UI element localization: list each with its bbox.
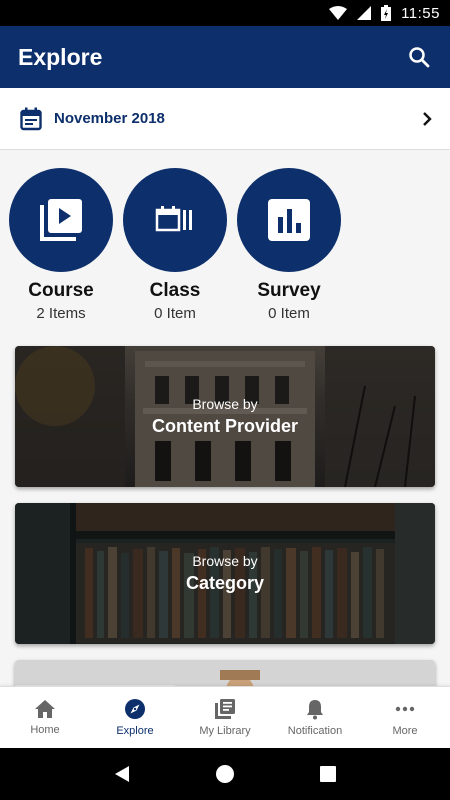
nav-my-library[interactable]: My Library [180, 687, 270, 748]
home-circle-icon [215, 765, 234, 783]
more-horizontal-icon [395, 706, 415, 712]
card-subtitle: Browse by [192, 396, 258, 412]
browse-content-provider-card[interactable]: Browse by Content Provider [15, 346, 435, 487]
class-icon [155, 206, 192, 232]
nav-explore[interactable]: Explore [90, 687, 180, 748]
category-title: Course [28, 280, 94, 301]
battery-charging-icon [381, 5, 392, 21]
status-time: 11:55 [401, 4, 440, 22]
library-icon [215, 699, 235, 719]
chevron-right-icon[interactable] [420, 111, 434, 127]
category-class-badge[interactable] [123, 168, 227, 272]
app-bar: Explore [0, 26, 450, 88]
nav-more[interactable]: More [360, 687, 450, 748]
search-button[interactable] [404, 42, 434, 72]
bottom-navigation: Home Explore My Library Notification Mor… [0, 686, 450, 748]
nav-notification[interactable]: Notification [270, 687, 360, 748]
category-count: 0 Item [154, 305, 196, 322]
compass-icon [125, 699, 145, 719]
page-title: Explore [18, 43, 103, 70]
category-count: 0 Item [268, 305, 310, 322]
home-icon [35, 700, 55, 718]
category-course-badge[interactable] [9, 168, 113, 272]
bell-icon [307, 700, 323, 720]
back-triangle-icon [114, 766, 129, 782]
nav-label: More [392, 725, 418, 737]
recents-button[interactable] [308, 754, 348, 794]
home-system-button[interactable] [205, 754, 245, 794]
system-navigation-bar [0, 748, 450, 800]
nav-label: My Library [199, 725, 251, 737]
browse-category-card[interactable]: Browse by Category [15, 503, 435, 644]
category-title: Class [149, 280, 201, 301]
category-count: 2 Items [36, 305, 86, 322]
category-title: Survey [257, 280, 321, 301]
calendar-icon [20, 107, 42, 130]
card-subtitle: Browse by [192, 553, 258, 569]
wifi-icon [329, 6, 348, 20]
card-title: Category [185, 573, 265, 593]
signal-icon [357, 6, 372, 20]
category-class[interactable]: Class 0 Item [123, 168, 227, 322]
nav-label: Home [30, 724, 60, 736]
back-button[interactable] [102, 754, 142, 794]
category-survey-badge[interactable] [237, 168, 341, 272]
bar-chart-icon [268, 199, 310, 241]
nav-label: Notification [287, 725, 343, 737]
search-icon [409, 47, 430, 68]
category-course[interactable]: Course 2 Items [9, 168, 113, 322]
month-label: November 2018 [54, 110, 165, 127]
status-bar: 11:55 [0, 0, 450, 26]
nav-label: Explore [116, 725, 154, 737]
category-survey[interactable]: Survey 0 Item [237, 168, 341, 322]
video-library-icon [40, 199, 82, 241]
category-row: Course 2 Items Class 0 Item Survey 0 Ite… [9, 168, 341, 322]
recents-square-icon [320, 766, 337, 782]
nav-home[interactable]: Home [0, 687, 90, 748]
card-title: Content Provider [151, 416, 298, 436]
month-selector[interactable]: November 2018 [0, 88, 450, 150]
